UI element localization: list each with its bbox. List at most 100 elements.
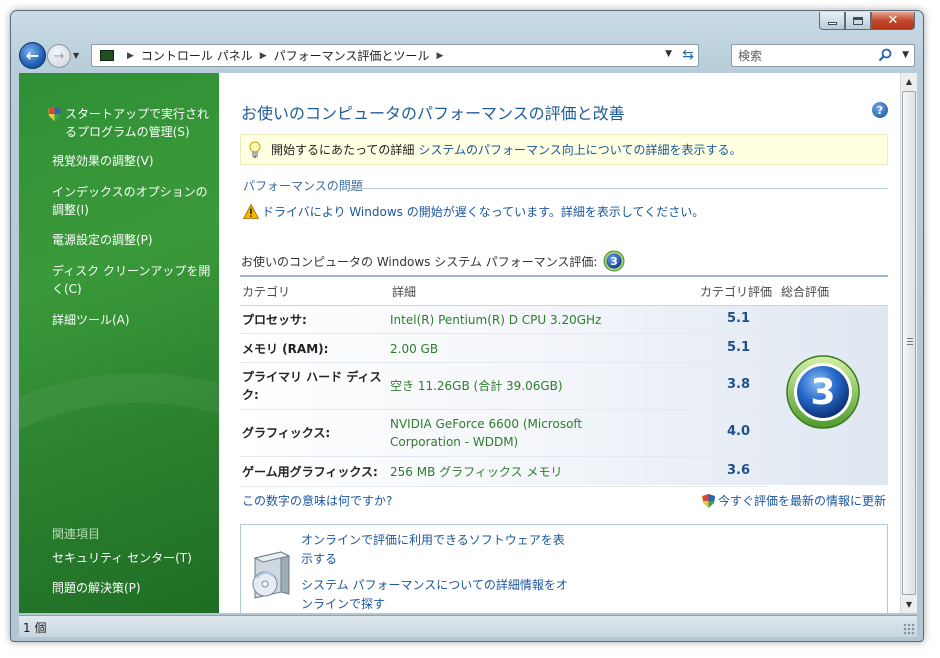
- row-subscore: 3.8: [726, 377, 750, 392]
- base-score-badge: 3: [786, 355, 860, 429]
- back-button[interactable]: ←: [19, 42, 46, 69]
- scroll-down-icon[interactable]: ▼: [901, 596, 917, 613]
- svg-text:3: 3: [611, 255, 619, 268]
- recent-pages-dropdown[interactable]: ▼: [73, 51, 79, 60]
- resize-grip-icon[interactable]: [903, 623, 915, 635]
- maximize-button[interactable]: [845, 12, 871, 30]
- warning-icon: [243, 204, 259, 219]
- uac-shield-icon: [48, 107, 61, 121]
- refresh-score-label[interactable]: 今すぐ評価を最新の情報に更新: [718, 492, 886, 509]
- info-bar-lead: 開始するにあたっての詳細: [271, 143, 415, 157]
- scroll-up-icon[interactable]: ▲: [901, 73, 917, 90]
- search-options-dropdown-icon[interactable]: ▼: [902, 50, 909, 60]
- search-icon[interactable]: [878, 48, 892, 62]
- sidebar-item-startup-programs[interactable]: スタートアップで実行されるプログラムの管理(S): [48, 105, 217, 141]
- row-category: ゲーム用グラフィックス:: [242, 465, 378, 479]
- sidebar-item-security-center[interactable]: セキュリティ センター(T): [52, 549, 217, 567]
- table-row: ゲーム用グラフィックス: 256 MB グラフィックス メモリ 3.6: [240, 458, 768, 487]
- row-subscore: 5.1: [726, 340, 750, 355]
- breadcrumb-separator-icon[interactable]: ▶: [127, 51, 134, 61]
- scrollbar-grip-icon: [907, 338, 913, 345]
- vertical-scrollbar[interactable]: ▲ ▼: [900, 73, 917, 613]
- row-details: 2.00 GB: [390, 342, 439, 356]
- refresh-icon[interactable]: ⇆: [682, 47, 694, 63]
- row-category: プライマリ ハード ディスク:: [242, 370, 382, 402]
- score-table: カテゴリ 詳細 カテゴリ評価 総合評価 プロセッサ: Intel(R) Pent…: [240, 277, 888, 487]
- task-pane: スタートアップで実行されるプログラムの管理(S) 視覚効果の調整(V) インデッ…: [19, 73, 219, 613]
- minimize-icon: [827, 22, 837, 25]
- column-header-subscore: カテゴリ評価: [700, 285, 773, 299]
- score-meaning-link[interactable]: この数字の意味は何ですか?: [242, 492, 392, 509]
- control-panel-icon: [100, 50, 114, 61]
- close-icon: ✕: [887, 13, 899, 28]
- online-details-link[interactable]: システム パフォーマンスについての詳細情報をオンラインで探す: [301, 576, 571, 613]
- table-row: プロセッサ: Intel(R) Pentium(R) D CPU 3.20GHz…: [240, 306, 768, 334]
- row-details: Intel(R) Pentium(R) D CPU 3.20GHz: [390, 313, 602, 327]
- table-row: プライマリ ハード ディスク: 空き 11.26GB (合計 39.06GB) …: [240, 364, 768, 410]
- svg-text:3: 3: [810, 372, 835, 413]
- base-score-row: お使いのコンピュータの Windows システム パフォーマンス評価: 3: [241, 250, 625, 272]
- issues-heading: パフォーマンスの問題: [243, 179, 363, 193]
- caption-buttons: ✕: [819, 12, 915, 30]
- sidebar-item-problem-solutions[interactable]: 問題の解決策(P): [52, 579, 217, 597]
- column-header-base-score: 総合評価: [781, 285, 830, 299]
- row-category: プロセッサ:: [242, 313, 307, 327]
- forward-button[interactable]: →: [47, 44, 71, 68]
- related-heading: 関連項目: [52, 527, 101, 541]
- sidebar-item-visual-effects[interactable]: 視覚効果の調整(V): [52, 152, 217, 170]
- search-input[interactable]: 検索: [738, 47, 762, 64]
- sidebar-item-indexing-options[interactable]: インデックスのオプションの調整(I): [52, 183, 217, 219]
- row-category: グラフィックス:: [242, 426, 331, 440]
- table-row: メモリ (RAM): 2.00 GB 5.1: [240, 335, 768, 363]
- uac-shield-icon: [701, 493, 715, 508]
- table-row: グラフィックス: NVIDIA GeForce 6600 (Microsoft …: [240, 411, 768, 457]
- issues-heading-divider: [344, 188, 888, 189]
- address-bar[interactable]: ▶ コントロール パネル ▶ パフォーマンス評価とツール ▶ ▼ ⇆: [91, 44, 699, 67]
- row-details: 空き 11.26GB (合計 39.06GB): [390, 379, 563, 393]
- help-icon[interactable]: ?: [872, 102, 888, 118]
- row-details: 256 MB グラフィックス メモリ: [390, 465, 563, 479]
- refresh-score-link[interactable]: 今すぐ評価を最新の情報に更新: [701, 492, 886, 509]
- online-resources-box: オンラインで評価に利用できるソフトウェアを表示する システム パフォーマンスにつ…: [240, 524, 888, 613]
- sidebar-item-power-settings[interactable]: 電源設定の調整(P): [52, 231, 217, 249]
- close-button[interactable]: ✕: [871, 12, 915, 30]
- row-category: メモリ (RAM):: [242, 342, 329, 356]
- driver-issue-link[interactable]: ドライバにより Windows の開始が遅くなっています。詳細を表示してください…: [262, 203, 704, 220]
- score-table-body: プロセッサ: Intel(R) Pentium(R) D CPU 3.20GHz…: [240, 305, 888, 487]
- forward-arrow-icon: →: [53, 48, 65, 64]
- score-links: この数字の意味は何ですか? 今すぐ評価を最新の情報に更新: [240, 492, 888, 510]
- row-details: NVIDIA GeForce 6600 (Microsoft Corporati…: [390, 417, 583, 449]
- base-score-label: お使いのコンピュータの Windows システム パフォーマンス評価:: [241, 254, 598, 269]
- sidebar-item-advanced-tools[interactable]: 詳細ツール(A): [52, 311, 217, 329]
- row-subscore: 5.1: [726, 311, 750, 326]
- performance-tips-link[interactable]: システムのパフォーマンス向上についての詳細を表示する。: [418, 141, 741, 158]
- sidebar-item-label[interactable]: スタートアップで実行されるプログラムの管理(S): [52, 105, 217, 141]
- breadcrumb-performance-tools[interactable]: パフォーマンス評価とツール: [274, 47, 430, 64]
- score-table-header: カテゴリ 詳細 カテゴリ評価 総合評価: [240, 277, 888, 305]
- main-content: お使いのコンピュータのパフォーマンスの評価と改善 ? 開始するにあたっての詳細 …: [219, 73, 900, 613]
- row-subscore: 3.6: [726, 463, 750, 478]
- status-bar: 1 個: [19, 615, 917, 637]
- row-subscore: 4.0: [726, 424, 750, 439]
- sidebar-item-disk-cleanup[interactable]: ディスク クリーンアップを開く(C): [52, 262, 217, 298]
- performance-issue: ドライバにより Windows の開始が遅くなっています。詳細を表示してください…: [243, 203, 704, 220]
- maximize-icon: [853, 16, 863, 25]
- back-arrow-icon: ←: [25, 46, 40, 65]
- software-box-icon: [252, 551, 291, 599]
- online-software-link[interactable]: オンラインで評価に利用できるソフトウェアを表示する: [301, 531, 571, 569]
- search-box[interactable]: 検索 ▼: [731, 44, 915, 67]
- control-panel-window: ✕ ← → ▼ ▶ コントロール パネル ▶ パフォーマンス評価とツール ▶ ▼…: [10, 10, 924, 642]
- info-bar: 開始するにあたっての詳細 システムのパフォーマンス向上についての詳細を表示する。: [240, 134, 888, 165]
- base-score-small-badge: 3: [603, 250, 625, 272]
- address-dropdown-icon[interactable]: ▼: [665, 49, 672, 59]
- item-count: 1 個: [23, 621, 47, 635]
- navigation-buttons: ← → ▼: [19, 42, 91, 70]
- column-header-category: カテゴリ: [242, 285, 291, 299]
- page-title: お使いのコンピュータのパフォーマンスの評価と改善: [241, 104, 625, 123]
- breadcrumb-separator-icon[interactable]: ▶: [436, 51, 443, 61]
- breadcrumb-separator-icon[interactable]: ▶: [260, 51, 267, 61]
- breadcrumb-control-panel[interactable]: コントロール パネル: [141, 47, 253, 64]
- column-header-details: 詳細: [392, 285, 417, 299]
- minimize-button[interactable]: [819, 12, 845, 30]
- scrollbar-thumb[interactable]: [902, 91, 916, 595]
